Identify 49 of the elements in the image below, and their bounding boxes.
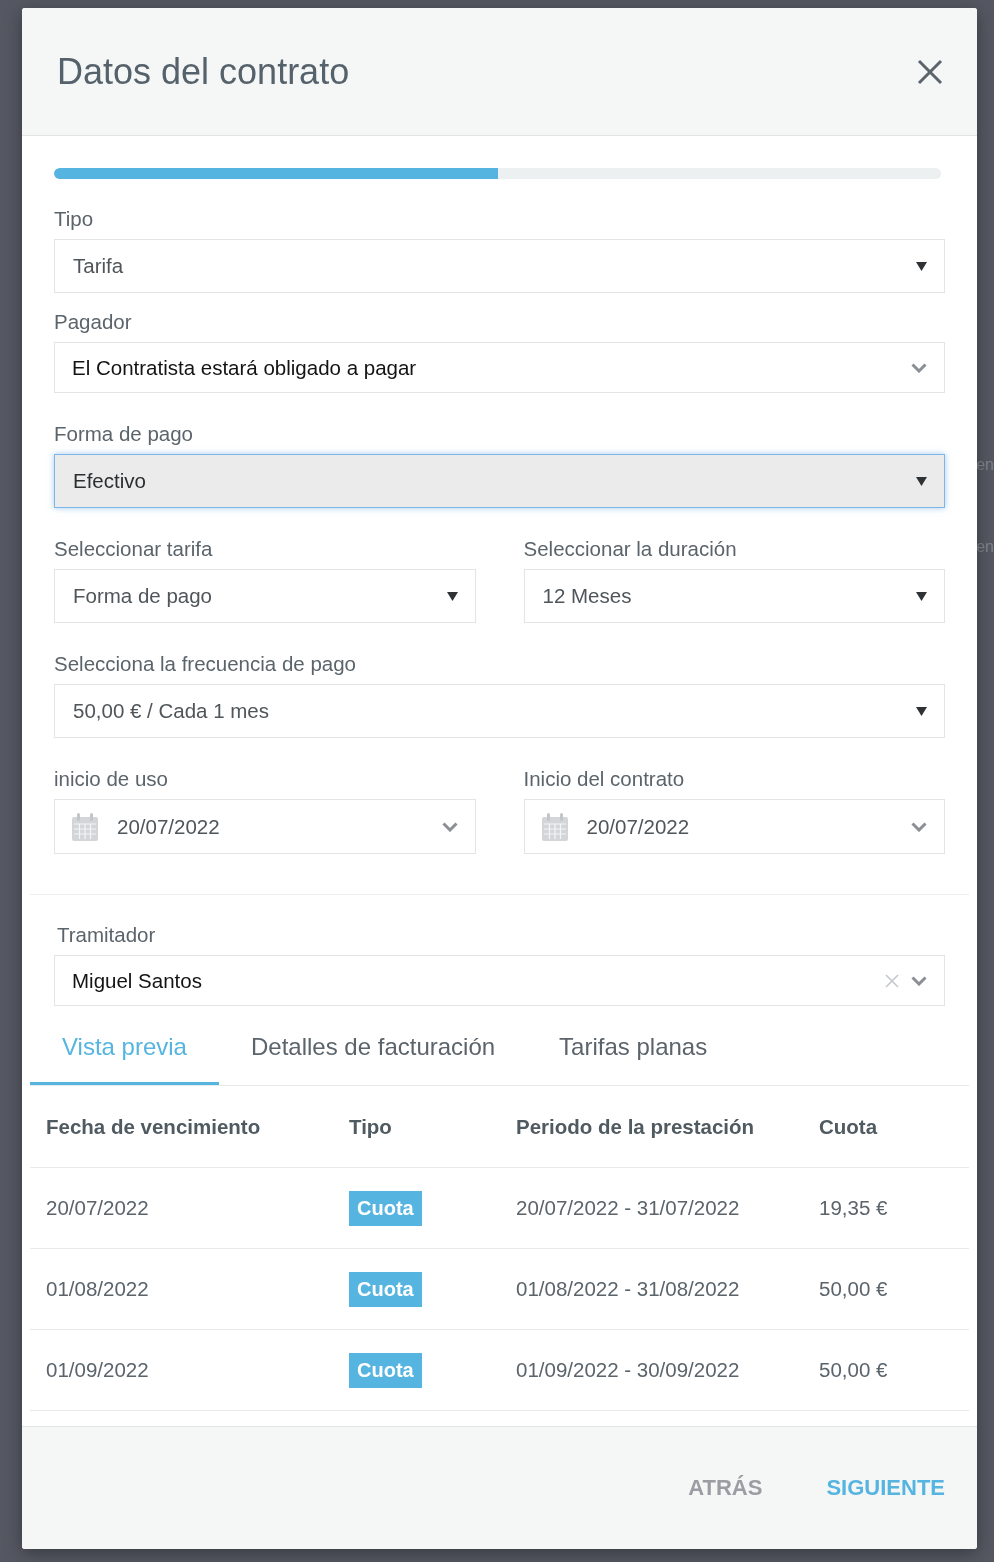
calendar-icon	[72, 812, 98, 841]
chevron-down-icon	[911, 362, 927, 373]
column-header: Periodo de la prestación	[515, 1114, 755, 1139]
field-label: Seleccionar la duración	[523, 537, 738, 561]
caret-icon	[916, 261, 927, 271]
field-label: Tramitador	[56, 923, 157, 947]
field-label: Inicio del contrato	[523, 767, 686, 791]
calendar-icon	[541, 812, 568, 841]
select-field[interactable]: El Contratista estará obligado a pagar	[54, 342, 945, 393]
caret-icon	[916, 706, 927, 716]
table-cell-text: 01/09/2022	[45, 1358, 149, 1382]
table-cell-text: 19,35 €	[818, 1196, 888, 1220]
select-field[interactable]: 12 Meses	[523, 569, 945, 623]
field-label: Pagador	[54, 310, 133, 334]
table-cell-text: 20/07/2022	[45, 1196, 149, 1220]
type-badge: Cuota	[349, 1190, 422, 1226]
select-field[interactable]: Tarifa	[54, 239, 945, 293]
date-field[interactable]: 20/07/2022	[523, 799, 945, 854]
field-label: Seleccionar tarifa	[54, 537, 214, 561]
field-label: Selecciona la frecuencia de pago	[54, 652, 357, 676]
dialog-title: Datos del contrato	[57, 49, 350, 94]
select-field[interactable]: Forma de pago	[54, 569, 476, 623]
chevron-down-icon	[911, 821, 927, 832]
table-cell-text: 50,00 €	[818, 1277, 888, 1301]
date-field[interactable]: 20/07/2022	[54, 799, 476, 854]
select-field[interactable]: Miguel Santos	[54, 955, 945, 1006]
tab[interactable]: Tarifas planas	[527, 1006, 740, 1085]
column-header: Cuota	[818, 1114, 878, 1139]
chevron-down-icon	[911, 975, 927, 986]
field-label: Tipo	[54, 207, 95, 231]
tab[interactable]: Detalles de facturación	[218, 1006, 528, 1085]
caret-icon	[446, 591, 458, 601]
table-cell-text: 20/07/2022 - 31/07/2022	[515, 1196, 740, 1220]
caret-icon	[916, 591, 927, 601]
caret-icon	[916, 476, 927, 486]
field-label: inicio de uso	[54, 767, 169, 791]
table-cell-text: 01/08/2022	[45, 1277, 149, 1301]
close-icon[interactable]	[917, 58, 943, 85]
select-field[interactable]: 50,00 € / Cada 1 mes	[54, 684, 945, 738]
column-header: Fecha de vencimiento	[45, 1114, 261, 1139]
type-badge: Cuota	[349, 1271, 422, 1307]
table-cell-text: 01/09/2022 - 30/09/2022	[515, 1358, 740, 1382]
chevron-down-icon	[441, 821, 458, 832]
field-label: Forma de pago	[54, 422, 195, 446]
column-header: Tipo	[348, 1114, 392, 1139]
table-cell-text: 01/08/2022 - 31/08/2022	[515, 1277, 740, 1301]
table-cell-text: 50,00 €	[818, 1358, 888, 1382]
select-field[interactable]: Efectivo	[54, 454, 945, 508]
type-badge: Cuota	[349, 1352, 422, 1388]
